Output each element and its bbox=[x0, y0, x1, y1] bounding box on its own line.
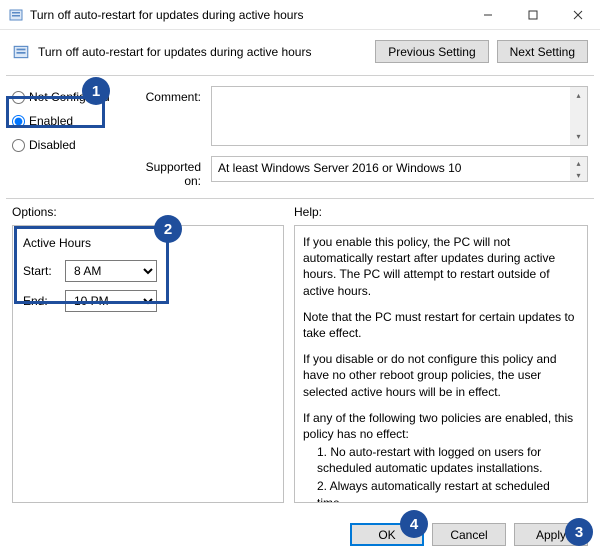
previous-setting-button[interactable]: Previous Setting bbox=[375, 40, 488, 63]
close-button[interactable] bbox=[555, 0, 600, 30]
comment-textarea[interactable]: ▴ ▾ bbox=[211, 86, 588, 146]
scrollbar[interactable]: ▴ ▾ bbox=[570, 87, 587, 145]
minimize-button[interactable] bbox=[465, 0, 510, 30]
header-row: Turn off auto-restart for updates during… bbox=[0, 30, 600, 69]
comment-label: Comment: bbox=[131, 86, 207, 104]
help-text: If you enable this policy, the PC will n… bbox=[303, 234, 579, 299]
annotation-badge: 1 bbox=[82, 77, 110, 105]
supported-label: Supported on: bbox=[131, 156, 207, 188]
help-text: 2. Always automatically restart at sched… bbox=[303, 478, 579, 503]
help-label: Help: bbox=[294, 205, 322, 219]
annotation-badge: 2 bbox=[154, 215, 182, 243]
titlebar: Turn off auto-restart for updates during… bbox=[0, 0, 600, 30]
next-setting-button[interactable]: Next Setting bbox=[497, 40, 588, 63]
annotation-highlight bbox=[14, 226, 169, 304]
annotation-badge: 3 bbox=[565, 518, 593, 546]
help-text: If any of the following two policies are… bbox=[303, 410, 579, 442]
policy-title: Turn off auto-restart for updates during… bbox=[38, 45, 367, 59]
window-title: Turn off auto-restart for updates during… bbox=[30, 8, 465, 22]
maximize-button[interactable] bbox=[510, 0, 555, 30]
supported-text-box: At least Windows Server 2016 or Windows … bbox=[211, 156, 588, 182]
help-text: If you disable or do not configure this … bbox=[303, 351, 579, 400]
scrollbar[interactable]: ▴ ▾ bbox=[570, 157, 587, 181]
scroll-up-icon[interactable]: ▴ bbox=[570, 157, 587, 169]
footer-buttons: OK Cancel Apply bbox=[350, 523, 588, 546]
policy-icon bbox=[12, 43, 30, 61]
help-pane: If you enable this policy, the PC will n… bbox=[294, 225, 588, 503]
supported-text: At least Windows Server 2016 or Windows … bbox=[218, 161, 461, 175]
divider bbox=[6, 75, 594, 76]
divider bbox=[6, 198, 594, 199]
options-label: Options: bbox=[12, 205, 294, 219]
scroll-down-icon[interactable]: ▾ bbox=[570, 128, 587, 145]
radio-input[interactable] bbox=[12, 139, 25, 152]
help-text: Note that the PC must restart for certai… bbox=[303, 309, 579, 341]
scroll-down-icon[interactable]: ▾ bbox=[570, 169, 587, 181]
radio-disabled[interactable]: Disabled bbox=[12, 138, 127, 152]
cancel-button[interactable]: Cancel bbox=[432, 523, 506, 546]
help-text: 1. No auto-restart with logged on users … bbox=[303, 444, 579, 476]
radio-label: Disabled bbox=[29, 138, 76, 152]
scroll-up-icon[interactable]: ▴ bbox=[570, 87, 587, 104]
annotation-badge: 4 bbox=[400, 510, 428, 538]
policy-icon bbox=[8, 7, 24, 23]
